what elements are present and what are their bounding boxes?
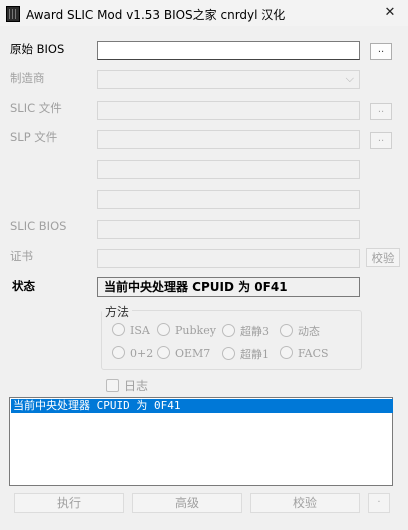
app-icon: [6, 6, 20, 22]
slic-bios-field[interactable]: [97, 220, 360, 239]
log-listbox[interactable]: 当前中央处理器 CPUID 为 0F41: [9, 397, 393, 486]
log-line[interactable]: 当前中央处理器 CPUID 为 0F41: [11, 399, 393, 413]
manufacturer-dropdown[interactable]: ⌵: [97, 70, 360, 89]
window-title: Award SLIC Mod v1.53 BIOS之家 cnrdyl 汉化: [26, 8, 286, 22]
method-radio-pubkey[interactable]: Pubkey: [157, 323, 216, 337]
slic-bios-label: SLIC BIOS: [10, 219, 67, 233]
method-radio-facs[interactable]: FACS: [280, 346, 329, 360]
original-bios-label: 原始 BIOS: [10, 42, 65, 56]
original-bios-field[interactable]: [97, 41, 360, 60]
slp-extra-field-1[interactable]: [97, 160, 360, 179]
extra-button[interactable]: ·: [368, 493, 390, 513]
slp-file-label: SLP 文件: [10, 130, 58, 144]
radio-icon: [222, 347, 235, 360]
method-group-title: 方法: [102, 303, 133, 320]
method-radio-super3[interactable]: 超静3: [222, 323, 269, 339]
checkbox-icon: [106, 379, 119, 392]
method-radio-0plus2[interactable]: 0+2: [112, 346, 153, 360]
browse-bios-button[interactable]: ..: [370, 43, 392, 60]
radio-icon: [157, 346, 170, 359]
method-radio-oem7[interactable]: OEM7: [157, 346, 210, 360]
browse-slp-button[interactable]: ..: [370, 132, 392, 149]
certificate-label: 证书: [10, 249, 33, 263]
radio-icon: [280, 346, 293, 359]
verify-button[interactable]: 校验: [250, 493, 360, 513]
certificate-field[interactable]: [97, 249, 360, 268]
manufacturer-label: 制造商: [10, 71, 45, 85]
method-radio-super1[interactable]: 超静1: [222, 346, 269, 362]
status-label: 状态: [12, 279, 35, 293]
advanced-button[interactable]: 高级: [132, 493, 242, 513]
execute-button[interactable]: 执行: [14, 493, 124, 513]
title-bar: Award SLIC Mod v1.53 BIOS之家 cnrdyl 汉化 ✕: [0, 0, 408, 26]
radio-icon: [112, 346, 125, 359]
slic-file-label: SLIC 文件: [10, 101, 62, 115]
status-field: 当前中央处理器 CPUID 为 0F41: [97, 277, 360, 297]
method-radio-dynamic[interactable]: 动态: [280, 323, 320, 339]
slp-file-field[interactable]: [97, 130, 360, 149]
radio-icon: [222, 324, 235, 337]
method-radio-isa[interactable]: ISA: [112, 323, 150, 337]
browse-slic-button[interactable]: ..: [370, 103, 392, 120]
radio-icon: [157, 323, 170, 336]
close-icon[interactable]: ✕: [375, 1, 405, 25]
slic-file-field[interactable]: [97, 101, 360, 120]
slp-extra-field-2[interactable]: [97, 190, 360, 209]
radio-icon: [112, 323, 125, 336]
log-checkbox[interactable]: 日志: [106, 377, 148, 394]
certificate-verify-button[interactable]: 校验: [366, 248, 400, 267]
radio-icon: [280, 324, 293, 337]
chevron-down-icon: ⌵: [345, 72, 354, 85]
